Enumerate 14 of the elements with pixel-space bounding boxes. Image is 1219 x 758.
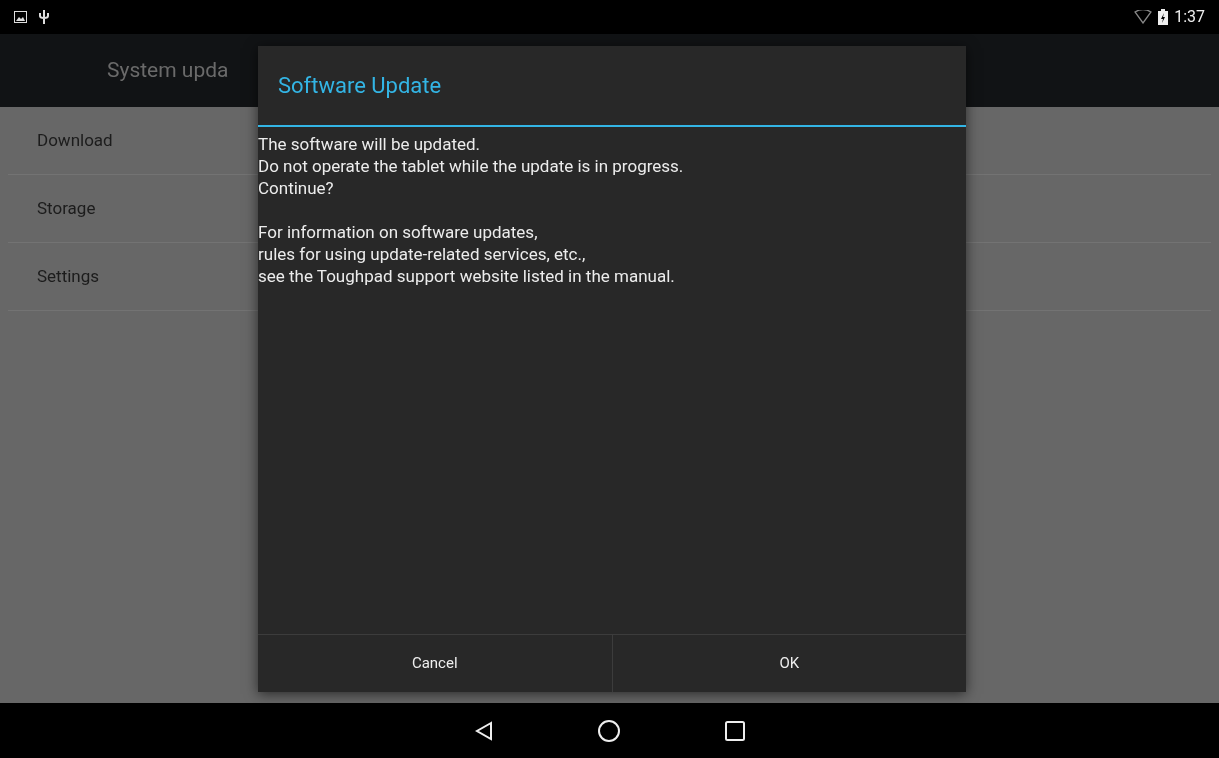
back-icon[interactable]	[474, 720, 493, 741]
dialog-message: The software will be updated. Do not operate the tablet while the update is in progress. Continue?	[258, 133, 685, 199]
dialog-message: For information on software updates, rules for using update-related services, etc., see the Toughpad support website listed in the manual.	[258, 221, 676, 287]
clock: 1:37	[1174, 6, 1205, 28]
wifi-icon	[1134, 10, 1153, 24]
screen-title: System upda	[107, 56, 229, 84]
dialog-title: Software Update	[278, 72, 442, 100]
usb-icon	[39, 9, 49, 25]
home-icon[interactable]	[597, 719, 620, 742]
recents-icon[interactable]	[724, 720, 745, 741]
image-icon	[14, 11, 27, 23]
battery-icon	[1158, 9, 1169, 25]
dialog-button[interactable]: OK	[611, 635, 966, 692]
dialog-button[interactable]: Cancel	[258, 635, 612, 692]
